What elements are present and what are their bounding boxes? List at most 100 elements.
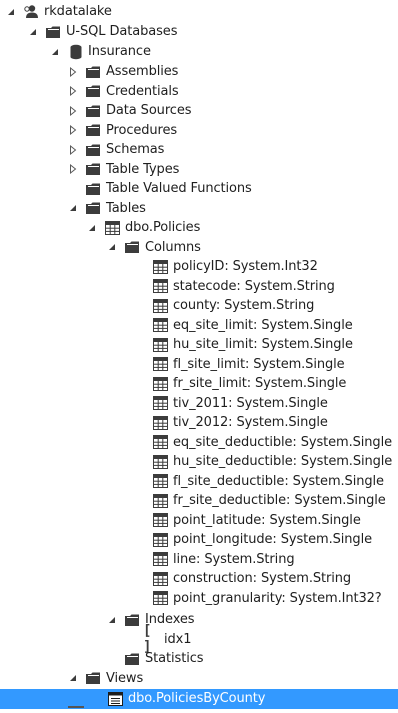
tree-node-credentials[interactable]: Credentials <box>0 82 398 102</box>
tree-node-label: Credentials <box>106 83 179 99</box>
column-table-icon <box>152 493 169 509</box>
column-item[interactable]: point_longitude: System.Single <box>0 530 398 550</box>
column-label: point_granularity: System.Int32? <box>173 590 382 606</box>
column-table-icon <box>152 415 169 431</box>
no-arrow-spacer <box>68 184 78 194</box>
tree-node-assemblies[interactable]: Assemblies <box>0 62 398 82</box>
column-label: fl_site_deductible: System.Single <box>173 473 384 489</box>
column-item[interactable]: construction: System.String <box>0 569 398 589</box>
tree-node-columns[interactable]: Columns <box>0 238 398 258</box>
column-item[interactable]: line: System.String <box>0 550 398 570</box>
tree-node-label: Procedures <box>106 122 178 138</box>
column-label: line: System.String <box>173 551 295 567</box>
column-label: construction: System.String <box>173 571 352 587</box>
column-item[interactable]: fl_site_limit: System.Single <box>0 355 398 375</box>
column-item[interactable]: eq_site_deductible: System.Single <box>0 433 398 453</box>
column-table-icon <box>152 590 169 606</box>
column-table-icon <box>152 434 169 450</box>
column-item[interactable]: hu_site_deductible: System.Single <box>0 452 398 472</box>
column-label: statecode: System.String <box>173 278 335 294</box>
expanded-arrow-icon[interactable] <box>87 223 97 233</box>
folder-icon <box>85 200 102 216</box>
index-brackets-icon: [ ] <box>143 623 151 656</box>
expanded-arrow-icon[interactable] <box>6 7 16 17</box>
tree-node-label: Views <box>106 670 144 686</box>
column-item[interactable]: hu_site_limit: System.Single <box>0 335 398 355</box>
tree-node-label: Statistics <box>145 651 204 667</box>
collapsed-arrow-icon[interactable] <box>68 164 78 175</box>
collapsed-arrow-icon[interactable] <box>68 66 78 77</box>
no-arrow-spacer <box>107 654 117 664</box>
expanded-arrow-icon[interactable] <box>50 47 60 57</box>
tree-node-label: rkdatalake <box>44 4 112 20</box>
column-label: tiv_2011: System.Single <box>173 395 328 411</box>
column-item[interactable]: point_latitude: System.Single <box>0 511 398 531</box>
column-item[interactable]: policyID: System.Int32 <box>0 257 398 277</box>
column-label: fr_site_limit: System.Single <box>173 376 347 392</box>
column-item[interactable]: county: System.String <box>0 296 398 316</box>
column-label: policyID: System.Int32 <box>173 259 318 275</box>
tree-node-table-valued-functions[interactable]: Table Valued Functions <box>0 179 398 199</box>
tree-node-tables[interactable]: Tables <box>0 199 398 219</box>
column-table-icon <box>152 551 169 567</box>
folder-icon <box>85 181 102 197</box>
folder-icon <box>124 612 141 628</box>
folder-icon <box>85 670 102 686</box>
no-arrow-spacer <box>90 694 100 704</box>
folder-icon <box>85 103 102 119</box>
column-label: tiv_2012: System.Single <box>173 415 328 431</box>
column-table-icon <box>152 278 169 294</box>
tree-node-label: dbo.Policies <box>125 220 201 236</box>
folder-icon <box>124 651 141 667</box>
column-item[interactable]: fr_site_deductible: System.Single <box>0 491 398 511</box>
expanded-arrow-icon[interactable] <box>68 673 78 683</box>
expanded-arrow-icon[interactable] <box>68 203 78 213</box>
tree-node-view-policies-by-county[interactable]: dbo.PoliciesByCounty <box>0 688 398 709</box>
collapsed-arrow-icon[interactable] <box>68 125 78 136</box>
column-label: eq_site_limit: System.Single <box>173 317 353 333</box>
tree-node-table-types[interactable]: Table Types <box>0 160 398 180</box>
tree-node-indexes[interactable]: Indexes <box>0 610 398 630</box>
column-label: point_longitude: System.Single <box>173 532 372 548</box>
column-table-icon <box>152 532 169 548</box>
expanded-arrow-icon[interactable] <box>107 242 117 252</box>
column-item[interactable]: fr_site_limit: System.Single <box>0 374 398 394</box>
column-item[interactable]: fl_site_deductible: System.Single <box>0 472 398 492</box>
tree-node-views[interactable]: Views <box>0 669 398 689</box>
tree-node-label: Data Sources <box>106 103 192 119</box>
tree-node-account[interactable]: rkdatalake <box>0 2 398 22</box>
tree-node-label: Tables <box>106 200 146 216</box>
table-icon <box>104 220 121 236</box>
column-table-icon <box>152 337 169 353</box>
column-label: county: System.String <box>173 298 315 314</box>
column-table-icon <box>152 376 169 392</box>
column-table-icon <box>152 473 169 489</box>
tree-node-label: U-SQL Databases <box>66 24 178 40</box>
column-table-icon <box>152 317 169 333</box>
folder-icon <box>45 24 62 40</box>
tree-node-procedures[interactable]: Procedures <box>0 121 398 141</box>
tree-node-label: Assemblies <box>106 64 179 80</box>
expanded-arrow-icon[interactable] <box>28 27 38 37</box>
column-item[interactable]: statecode: System.String <box>0 277 398 297</box>
tree-node-index-idx1[interactable]: [ ] idx1 <box>0 623 398 656</box>
view-icon <box>107 691 124 707</box>
column-item[interactable]: tiv_2012: System.Single <box>0 413 398 433</box>
tree-node-statistics[interactable]: Statistics <box>0 649 398 669</box>
tree-node-schemas[interactable]: Schemas <box>0 140 398 160</box>
column-item[interactable]: point_granularity: System.Int32? <box>0 589 398 609</box>
tree-node-label: Schemas <box>106 142 165 158</box>
tree-node-label: Table Valued Functions <box>106 181 252 197</box>
column-table-icon <box>152 298 169 314</box>
collapsed-arrow-icon[interactable] <box>68 144 78 155</box>
column-label: fl_site_limit: System.Single <box>173 356 345 372</box>
column-item[interactable]: eq_site_limit: System.Single <box>0 316 398 336</box>
collapsed-arrow-icon[interactable] <box>68 105 78 116</box>
collapsed-arrow-icon[interactable] <box>68 86 78 97</box>
tree-node-usql-databases[interactable]: U-SQL Databases <box>0 22 398 42</box>
tree-node-insurance-database[interactable]: Insurance <box>0 42 398 62</box>
column-item[interactable]: tiv_2011: System.Single <box>0 394 398 414</box>
tree-node-data-sources[interactable]: Data Sources <box>0 101 398 121</box>
tree-node-table-policies[interactable]: dbo.Policies <box>0 218 398 238</box>
expanded-arrow-icon[interactable] <box>107 615 117 625</box>
